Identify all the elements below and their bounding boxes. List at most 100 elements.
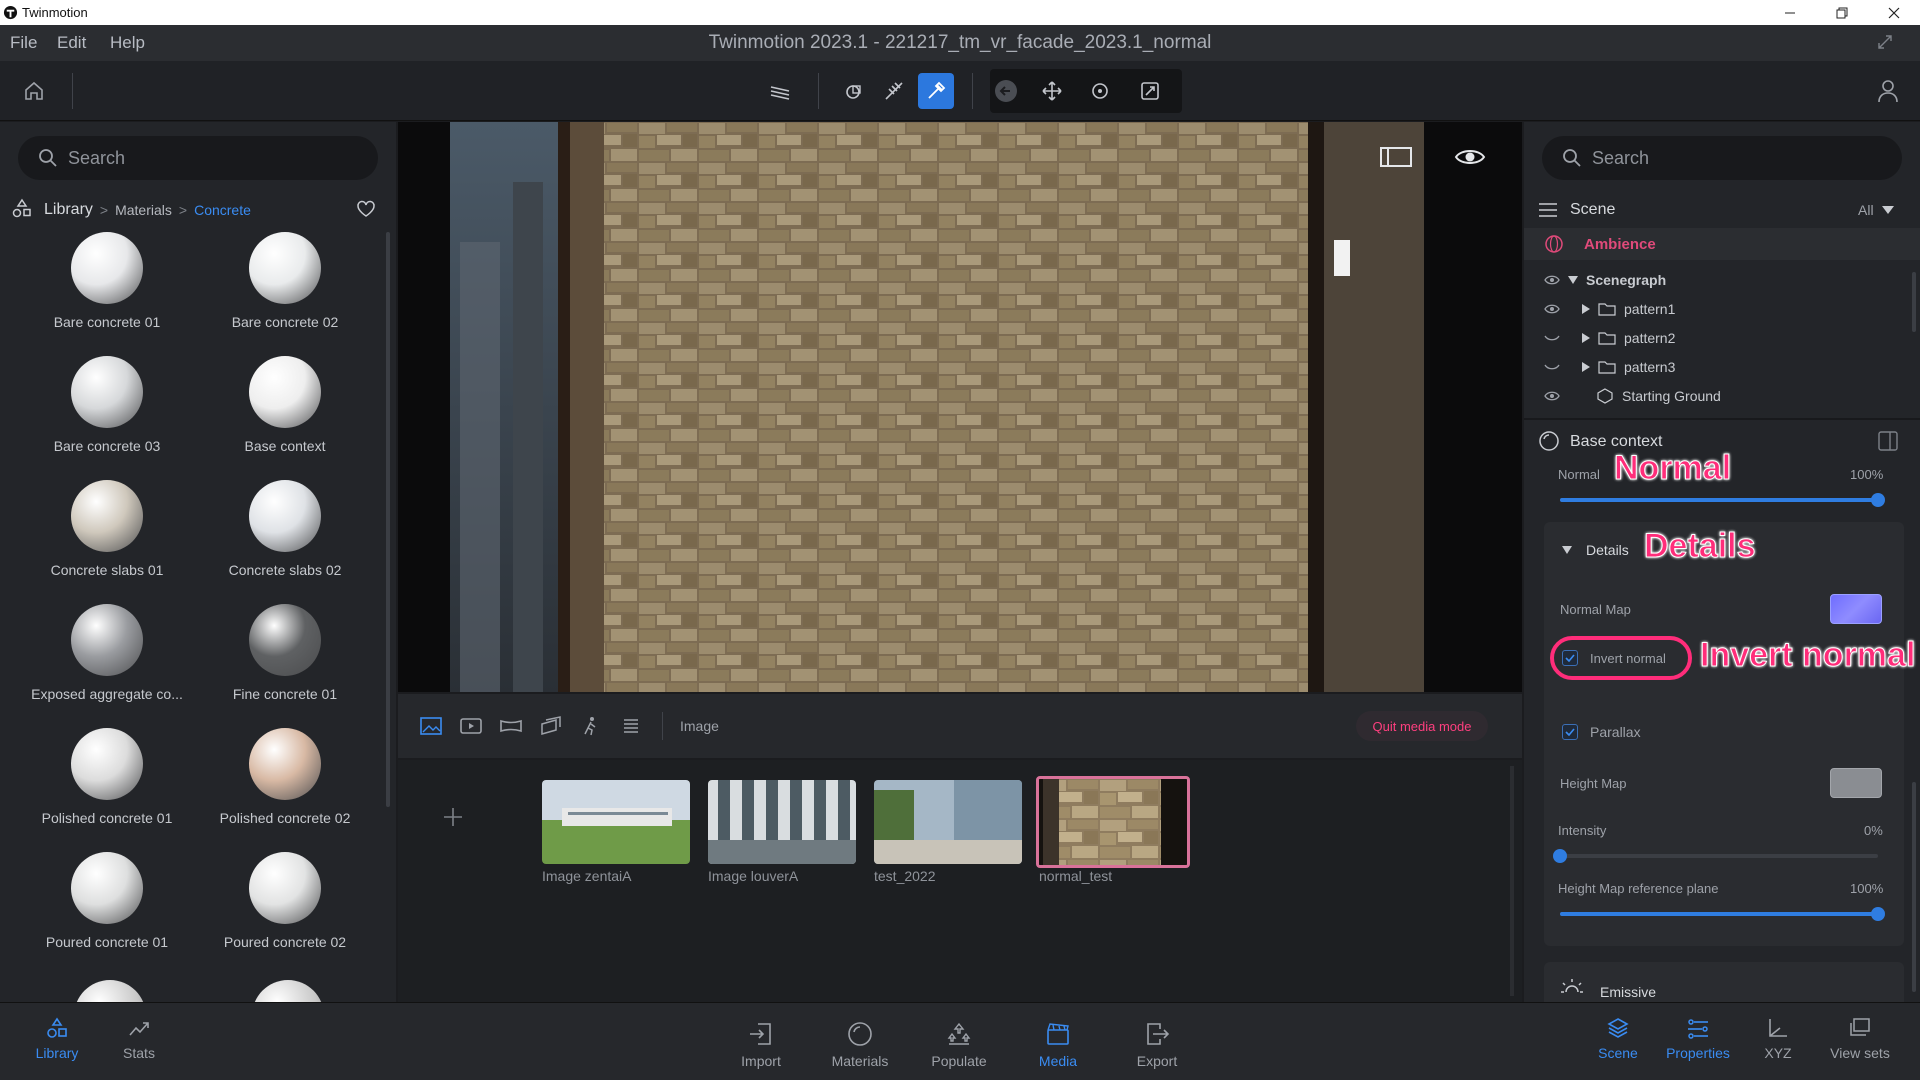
material-tile[interactable]: Poured concrete 01 [18,852,196,972]
nav-xyz[interactable]: XYZ [1733,1017,1823,1061]
material-label: Concrete slabs 02 [228,562,342,578]
tree-item-starting-ground[interactable]: Starting Ground [1544,388,1721,404]
emissive-section[interactable] [1544,962,1904,1002]
material-tile[interactable]: Polished concrete 02 [196,728,374,848]
visibility-eye-icon[interactable] [1544,390,1560,402]
material-picker-button[interactable] [918,73,954,109]
normal-map-swatch[interactable] [1830,594,1882,624]
nav-import[interactable]: Import [716,1021,806,1069]
panel-divider [1524,418,1920,420]
gallery-scrollbar[interactable] [1510,766,1514,996]
nav-scene[interactable]: Scene [1573,1017,1663,1061]
chevron-right-icon[interactable] [1582,333,1590,343]
back-arrow-icon[interactable] [988,73,1024,109]
eye-icon[interactable] [1454,146,1486,168]
nav-media[interactable]: Media [1013,1021,1103,1069]
tree-item-pattern2[interactable]: pattern2 [1544,330,1675,346]
layers-button[interactable] [762,73,798,109]
nav-properties[interactable]: Properties [1653,1017,1743,1061]
invert-normal-checkbox-row[interactable]: Invert normal [1562,650,1666,666]
normal-slider-knob[interactable] [1871,493,1885,507]
nav-export[interactable]: Export [1112,1021,1202,1069]
walk-mode-icon[interactable] [580,716,602,736]
media-thumbnail-selected[interactable] [1036,776,1190,868]
chevron-right-icon[interactable] [1582,362,1590,372]
nav-view-sets[interactable]: View sets [1815,1017,1905,1061]
chevron-right-icon[interactable] [1582,304,1590,314]
annotation-details: Details [1644,527,1756,566]
hidden-eye-icon[interactable] [1544,361,1560,373]
rotate-icon[interactable] [1082,73,1118,109]
batch-mode-icon[interactable] [620,716,642,736]
panel-toggle-icon[interactable] [1380,146,1412,168]
home-button[interactable] [16,73,52,109]
add-media-button[interactable] [442,806,464,828]
chevron-down-icon[interactable] [1562,546,1572,554]
tree-item-pattern1[interactable]: pattern1 [1544,301,1675,317]
library-search[interactable]: Search [18,136,378,180]
parallax-checkbox-row[interactable]: Parallax [1562,724,1641,740]
media-thumbnail[interactable] [874,780,1022,864]
material-tile[interactable]: Concrete slabs 01 [18,480,196,600]
visibility-eye-icon[interactable] [1544,274,1560,286]
hidden-eye-icon[interactable] [1544,332,1560,344]
library-scrollbar[interactable] [386,232,390,807]
material-tile[interactable]: Base context [196,356,374,476]
details-label[interactable]: Details [1586,542,1629,558]
nav-library[interactable]: Library [12,1017,102,1061]
restore-button[interactable] [1816,0,1868,25]
nav-library-label: Library [35,1045,79,1061]
split-view-icon[interactable] [1878,431,1898,451]
material-tile[interactable]: Bare concrete 03 [18,356,196,476]
nav-stats[interactable]: Stats [94,1017,184,1061]
ambience-row[interactable]: Ambience [1544,234,1656,254]
material-tile[interactable]: Polished concrete 01 [18,728,196,848]
intensity-slider-knob[interactable] [1553,849,1567,863]
nav-materials[interactable]: Materials [815,1021,905,1069]
material-tile[interactable]: Bare concrete 01 [18,232,196,352]
video-mode-icon[interactable] [460,716,482,736]
media-thumbnail[interactable] [708,780,856,864]
properties-scrollbar[interactable] [1912,782,1916,992]
breadcrumb-concrete[interactable]: Concrete [194,202,251,218]
invert-normal-checkbox[interactable] [1562,650,1578,666]
height-map-label: Height Map [1560,776,1627,791]
vegetation-paint-button[interactable] [876,73,912,109]
panorama-mode-icon[interactable] [500,716,522,736]
minimize-button[interactable] [1764,0,1816,25]
breadcrumb-materials[interactable]: Materials [115,202,172,218]
scene-scrollbar[interactable] [1912,272,1916,332]
nav-populate[interactable]: Populate [914,1021,1004,1069]
material-tile[interactable]: Poured concrete 02 [196,852,374,972]
material-tile[interactable]: Concrete slabs 02 [196,480,374,600]
material-tile[interactable]: Exposed aggregate co... [18,604,196,724]
intensity-slider[interactable] [1560,854,1878,858]
close-button[interactable] [1868,0,1920,25]
scene-search[interactable]: Search [1542,136,1902,180]
media-thumbnail[interactable] [542,780,690,864]
user-icon[interactable] [1870,73,1906,109]
normal-map-label: Normal Map [1560,602,1631,617]
shapes-button[interactable] [836,73,872,109]
favorite-heart-icon[interactable] [356,200,376,218]
breadcrumb-library[interactable]: Library [44,201,93,219]
height-map-ref-slider-knob[interactable] [1871,907,1885,921]
expand-icon[interactable] [1876,33,1894,51]
chevron-down-icon[interactable] [1568,276,1578,284]
material-sphere [71,232,143,304]
visibility-eye-icon[interactable] [1544,303,1560,315]
quit-media-mode-button[interactable]: Quit media mode [1356,711,1488,741]
phasing-mode-icon[interactable] [540,716,562,736]
image-mode-icon[interactable] [420,716,442,736]
document-title: Twinmotion 2023.1 - 221217_tm_vr_facade_… [708,32,1212,53]
move-icon[interactable] [1034,73,1070,109]
scenegraph-row[interactable]: Scenegraph [1544,272,1666,288]
material-tile[interactable]: Bare concrete 02 [196,232,374,352]
material-tile[interactable]: Fine concrete 01 [196,604,374,724]
height-map-swatch[interactable] [1830,768,1882,798]
scale-icon[interactable] [1132,73,1168,109]
tree-item-pattern3[interactable]: pattern3 [1544,359,1675,375]
parallax-checkbox[interactable] [1562,724,1578,740]
scene-filter-dropdown[interactable]: All [1858,202,1894,218]
3d-viewport[interactable] [398,122,1522,692]
